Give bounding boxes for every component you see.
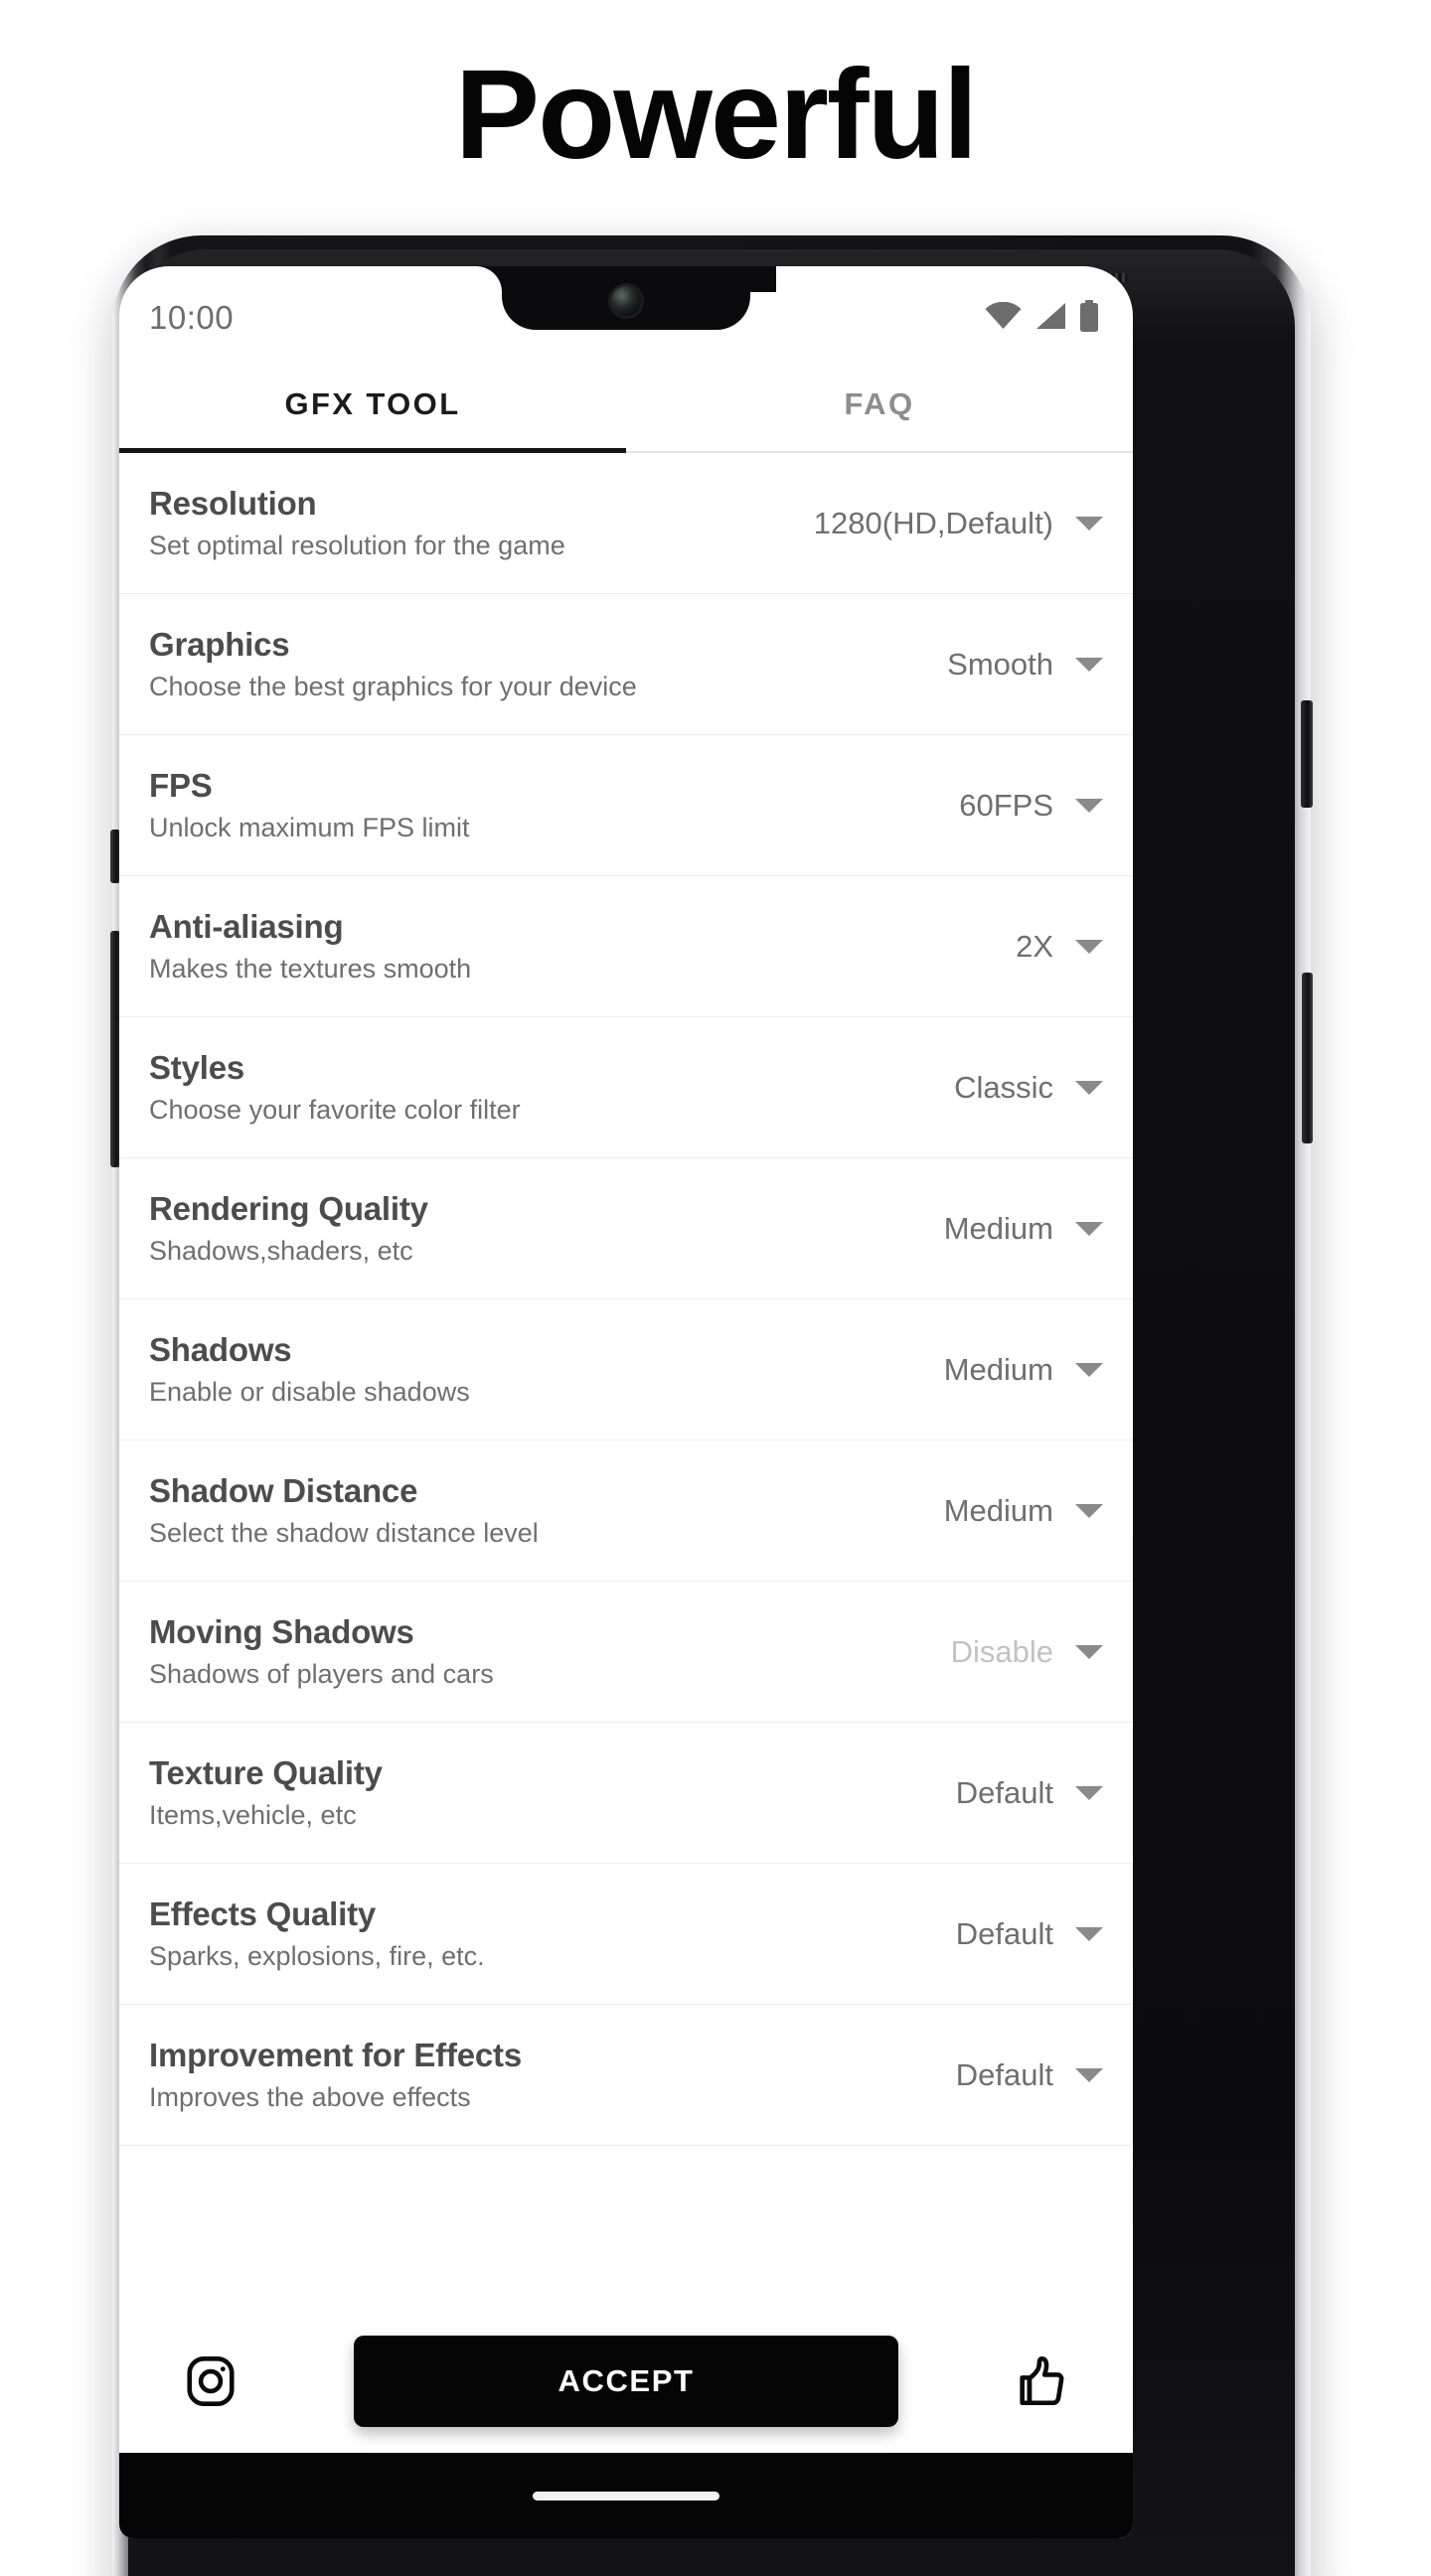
row-title: Anti-aliasing [149,908,344,945]
tab-faq[interactable]: FAQ [626,358,1133,451]
row-subtitle: Set optimal resolution for the game [149,530,565,560]
settings-row-effects-quality[interactable]: Effects Quality Sparks, explosions, fire… [119,1864,1133,2005]
row-subtitle: Select the shadow distance level [149,1517,539,1548]
settings-row-resolution[interactable]: Resolution Set optimal resolution for th… [119,453,1133,594]
volume-button[interactable] [1302,973,1313,1143]
row-title: Rendering Quality [149,1190,428,1227]
row-text: Anti-aliasing Makes the textures smooth [149,908,1016,985]
row-text: Moving Shadows Shadows of players and ca… [149,1613,951,1690]
row-subtitle: Enable or disable shadows [149,1376,470,1407]
thumbs-up-icon[interactable] [1006,2346,1077,2417]
chevron-down-icon[interactable] [1075,1503,1103,1518]
row-title: Styles [149,1049,245,1086]
row-text: FPS Unlock maximum FPS limit [149,767,959,843]
row-value[interactable]: Disable [951,1634,1053,1670]
row-value[interactable]: Medium [944,1352,1053,1388]
bottom-action-bar: ACCEPT [119,2309,1133,2453]
tab-gfx-tool-label: GFX TOOL [284,386,461,421]
row-subtitle: Improves the above effects [149,2081,471,2112]
settings-row-rendering-quality[interactable]: Rendering Quality Shadows,shaders, etc M… [119,1158,1133,1299]
cellular-signal-icon [1034,302,1066,335]
settings-row-graphics[interactable]: Graphics Choose the best graphics for yo… [119,594,1133,735]
row-text: Texture Quality Items,vehicle, etc [149,1754,956,1831]
chevron-down-icon[interactable] [1075,1926,1103,1941]
row-value[interactable]: 1280(HD,Default) [814,506,1053,541]
row-subtitle: Shadows of players and cars [149,1658,494,1689]
phone-screen: 10:00 GFX TOOL FAQ Resolution Set optima… [119,266,1133,2538]
chevron-down-icon[interactable] [1075,1080,1103,1095]
row-title: Moving Shadows [149,1613,414,1650]
row-title: Effects Quality [149,1895,377,1932]
row-text: Graphics Choose the best graphics for yo… [149,626,947,702]
settings-row-anti-aliasing[interactable]: Anti-aliasing Makes the textures smooth … [119,876,1133,1017]
row-title: Graphics [149,626,290,663]
status-bar-icons [985,299,1099,337]
row-title: Resolution [149,485,317,522]
row-subtitle: Choose the best graphics for your device [149,671,637,701]
row-subtitle: Unlock maximum FPS limit [149,812,470,842]
settings-row-texture-quality[interactable]: Texture Quality Items,vehicle, etc Defau… [119,1723,1133,1864]
chevron-down-icon[interactable] [1075,798,1103,813]
chevron-down-icon[interactable] [1075,1221,1103,1236]
row-title: FPS [149,767,213,804]
row-value[interactable]: Classic [954,1070,1053,1106]
row-text: Shadows Enable or disable shadows [149,1331,944,1408]
row-value[interactable]: Default [956,2057,1053,2093]
settings-row-fps[interactable]: FPS Unlock maximum FPS limit 60FPS [119,735,1133,876]
row-text: Styles Choose your favorite color filter [149,1049,954,1126]
chevron-down-icon[interactable] [1075,939,1103,954]
status-bar: 10:00 [119,266,1133,358]
tab-gfx-tool[interactable]: GFX TOOL [119,358,626,453]
settings-row-moving-shadows[interactable]: Moving Shadows Shadows of players and ca… [119,1582,1133,1723]
battery-icon [1079,299,1099,337]
settings-row-shadows[interactable]: Shadows Enable or disable shadows Medium [119,1299,1133,1440]
row-text: Shadow Distance Select the shadow distan… [149,1472,944,1549]
row-text: Rendering Quality Shadows,shaders, etc [149,1190,944,1267]
row-value[interactable]: 2X [1016,929,1053,965]
settings-row-styles[interactable]: Styles Choose your favorite color filter… [119,1017,1133,1158]
power-button[interactable] [1301,700,1313,808]
tab-bar[interactable]: GFX TOOL FAQ [119,358,1133,453]
row-value[interactable]: 60FPS [959,788,1053,824]
row-text: Effects Quality Sparks, explosions, fire… [149,1895,956,1972]
tab-faq-label: FAQ [844,386,915,421]
row-title: Shadow Distance [149,1472,418,1509]
settings-list[interactable]: Resolution Set optimal resolution for th… [119,453,1133,2309]
gesture-navigation-bar[interactable] [119,2453,1133,2538]
row-value[interactable]: Default [956,1775,1053,1811]
row-subtitle: Items,vehicle, etc [149,1799,357,1830]
home-indicator[interactable] [533,2491,719,2500]
instagram-icon[interactable] [175,2346,246,2417]
chevron-down-icon[interactable] [1075,516,1103,530]
screenshot-canvas: Powerful 10:00 GFX TOOL FAQ Resolution S… [0,0,1431,2576]
status-bar-clock: 10:00 [149,299,235,336]
row-text: Improvement for Effects Improves the abo… [149,2037,956,2113]
settings-row-shadow-distance[interactable]: Shadow Distance Select the shadow distan… [119,1440,1133,1582]
row-subtitle: Choose your favorite color filter [149,1094,521,1125]
accept-button[interactable]: ACCEPT [354,2335,898,2427]
row-title: Shadows [149,1331,292,1368]
chevron-down-icon[interactable] [1075,2067,1103,2082]
settings-row-improvement-for-effects[interactable]: Improvement for Effects Improves the abo… [119,2005,1133,2146]
row-title: Improvement for Effects [149,2037,522,2073]
row-subtitle: Shadows,shaders, etc [149,1235,413,1266]
chevron-down-icon[interactable] [1075,1785,1103,1800]
row-subtitle: Makes the textures smooth [149,953,472,984]
chevron-down-icon[interactable] [1075,657,1103,672]
row-value[interactable]: Medium [944,1493,1053,1529]
chevron-down-icon[interactable] [1075,1362,1103,1377]
row-value[interactable]: Smooth [947,647,1053,682]
row-text: Resolution Set optimal resolution for th… [149,485,814,561]
row-title: Texture Quality [149,1754,383,1791]
row-value[interactable]: Default [956,1916,1053,1952]
row-value[interactable]: Medium [944,1211,1053,1247]
wifi-icon [985,301,1022,335]
chevron-down-icon[interactable] [1075,1644,1103,1659]
row-subtitle: Sparks, explosions, fire, etc. [149,1940,485,1971]
page-title: Powerful [454,44,979,186]
